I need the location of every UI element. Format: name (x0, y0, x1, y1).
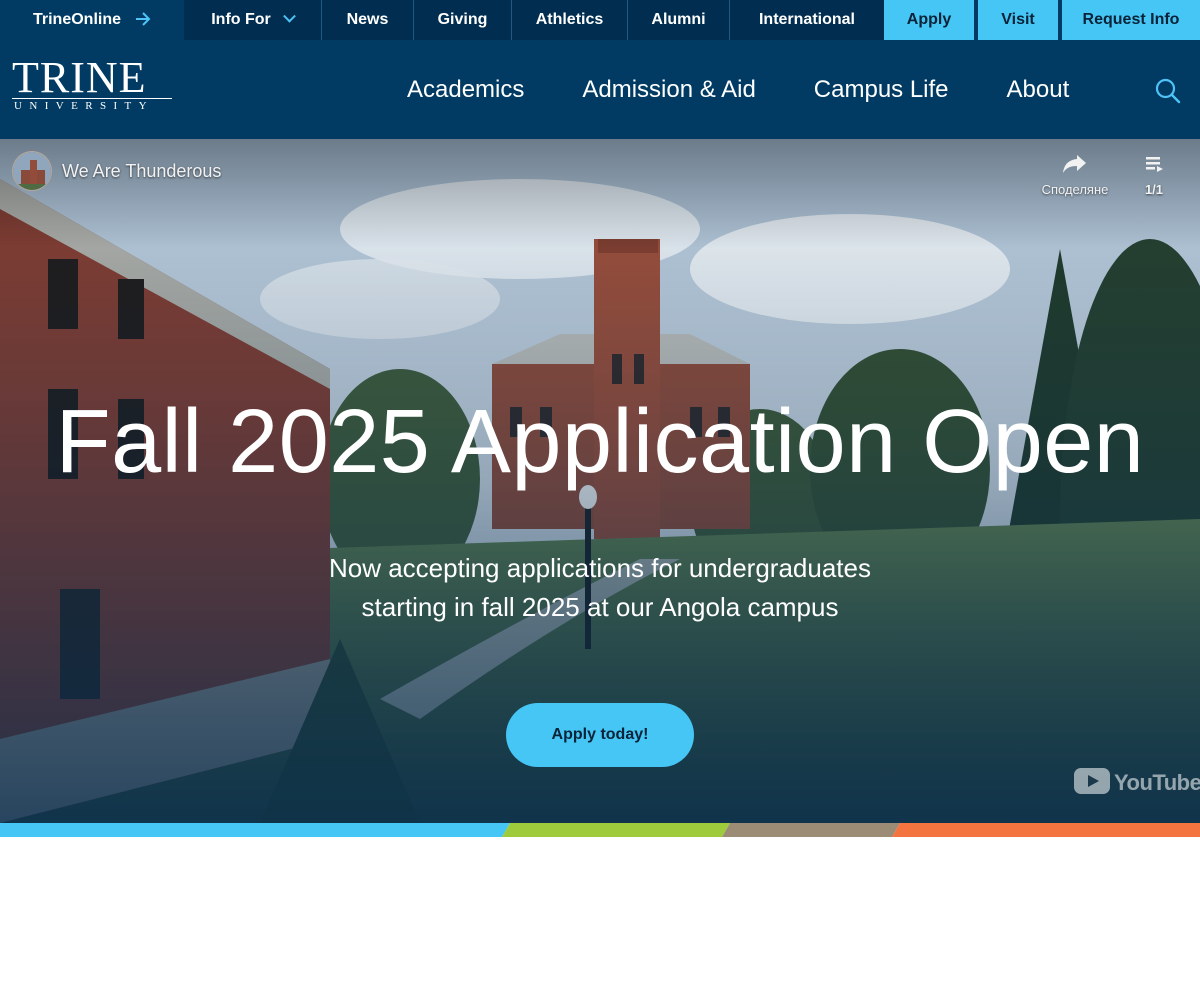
athletics-link[interactable]: Athletics (512, 0, 628, 40)
hero-title: Fall 2025 Application Open (55, 392, 1145, 492)
request-info-button[interactable]: Request Info (1062, 0, 1200, 40)
share-icon (1062, 155, 1088, 178)
info-for-dropdown[interactable]: Info For (184, 0, 322, 40)
channel-avatar[interactable] (12, 151, 52, 191)
share-label: Споделяне (1041, 182, 1109, 197)
international-link[interactable]: International (730, 0, 884, 40)
trine-university-logo[interactable]: TRINE UNIVERSITY (12, 56, 174, 120)
giving-link[interactable]: Giving (414, 0, 512, 40)
youtube-play-icon (1074, 767, 1110, 799)
apply-today-button[interactable]: Apply today! (506, 703, 694, 767)
playlist-icon (1143, 157, 1165, 178)
hero-subtitle: Now accepting applications for undergrad… (300, 549, 900, 627)
arrow-right-icon (135, 10, 151, 31)
apply-button[interactable]: Apply (884, 0, 974, 40)
alumni-link[interactable]: Alumni (628, 0, 730, 40)
trine-online-link[interactable]: TrineOnline (0, 0, 184, 40)
main-nav: Academics Admission & Aid Campus Life Ab… (378, 40, 1098, 139)
utility-bar: TrineOnline Info For News Giving Athleti… (0, 0, 1200, 40)
playlist-count: 1/1 (1144, 182, 1164, 197)
share-button[interactable]: Споделяне (1036, 153, 1114, 199)
main-header: TRINE UNIVERSITY Academics Admission & A… (0, 40, 1200, 139)
hero-subtitle-line-2: starting in fall 2025 at our Angola camp… (361, 592, 839, 622)
hero-subtitle-line-1: Now accepting applications for undergrad… (328, 553, 871, 583)
info-for-label: Info For (211, 11, 271, 28)
trine-online-label: TrineOnline (32, 11, 121, 28)
youtube-wordmark: YouTube (1114, 770, 1200, 795)
hero-video[interactable]: We Are Thunderous Споделяне 1/1 Fall 202… (0, 139, 1200, 823)
nav-admission-aid[interactable]: Admission & Aid (582, 76, 755, 104)
search-icon[interactable] (1154, 77, 1182, 105)
logo-subtitle: UNIVERSITY (14, 100, 154, 112)
logo-rule (12, 98, 172, 99)
nav-about[interactable]: About (1007, 76, 1070, 104)
brand-color-stripe (0, 823, 1200, 837)
visit-button[interactable]: Visit (978, 0, 1058, 40)
nav-academics[interactable]: Academics (407, 76, 524, 104)
channel-title[interactable]: We Are Thunderous (62, 161, 221, 182)
video-top-bar: We Are Thunderous Споделяне 1/1 (0, 139, 1200, 209)
youtube-logo[interactable]: YouTube (1074, 767, 1200, 799)
nav-campus-life[interactable]: Campus Life (814, 76, 949, 104)
playlist-button[interactable]: 1/1 (1136, 153, 1172, 199)
logo-wordmark: TRINE (12, 53, 147, 102)
news-link[interactable]: News (322, 0, 414, 40)
chevron-down-icon (282, 9, 296, 23)
